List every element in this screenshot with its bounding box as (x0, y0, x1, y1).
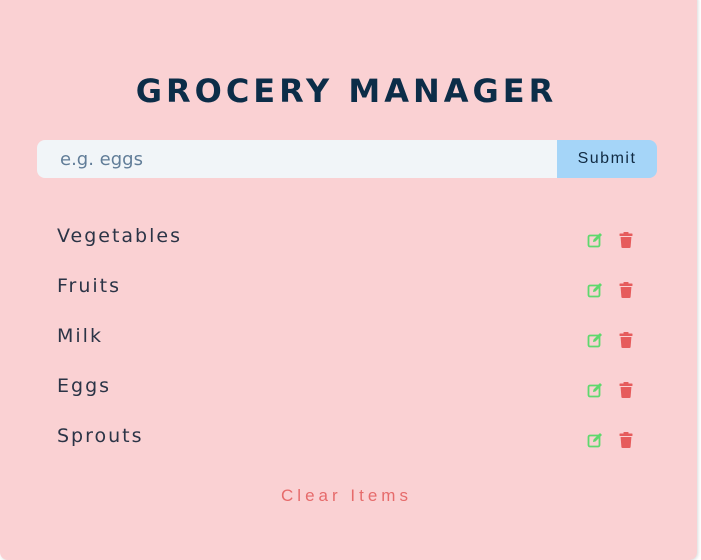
item-actions (586, 231, 635, 249)
item-name: Fruits (57, 275, 122, 297)
item-name: Sprouts (57, 425, 144, 447)
trash-icon[interactable] (617, 331, 635, 349)
trash-icon[interactable] (617, 431, 635, 449)
grocery-input[interactable] (37, 140, 557, 178)
trash-icon[interactable] (617, 281, 635, 299)
item-actions (586, 281, 635, 299)
item-actions (586, 381, 635, 399)
list-item: Sprouts (57, 420, 641, 470)
page-title: GROCERY MANAGER (135, 72, 558, 110)
item-actions (586, 331, 635, 349)
clear-items-button[interactable]: Clear Items (0, 486, 693, 506)
list-item: Vegetables (57, 220, 641, 270)
item-name: Vegetables (57, 225, 182, 247)
edit-icon[interactable] (586, 281, 604, 299)
item-name: Milk (57, 325, 103, 347)
edit-icon[interactable] (586, 381, 604, 399)
edit-icon[interactable] (586, 431, 604, 449)
grocery-list: Vegetables Fruits Milk Eggs Sprouts (57, 220, 641, 470)
submit-button[interactable]: Submit (557, 140, 657, 178)
edit-icon[interactable] (586, 231, 604, 249)
list-item: Milk (57, 320, 641, 370)
item-actions (586, 431, 635, 449)
trash-icon[interactable] (617, 231, 635, 249)
list-item: Fruits (57, 270, 641, 320)
list-item: Eggs (57, 370, 641, 420)
trash-icon[interactable] (617, 381, 635, 399)
item-name: Eggs (57, 375, 112, 397)
grocery-card: GROCERY MANAGER Submit Vegetables Fruits (0, 0, 697, 560)
edit-icon[interactable] (586, 331, 604, 349)
grocery-form: Submit (37, 140, 657, 178)
